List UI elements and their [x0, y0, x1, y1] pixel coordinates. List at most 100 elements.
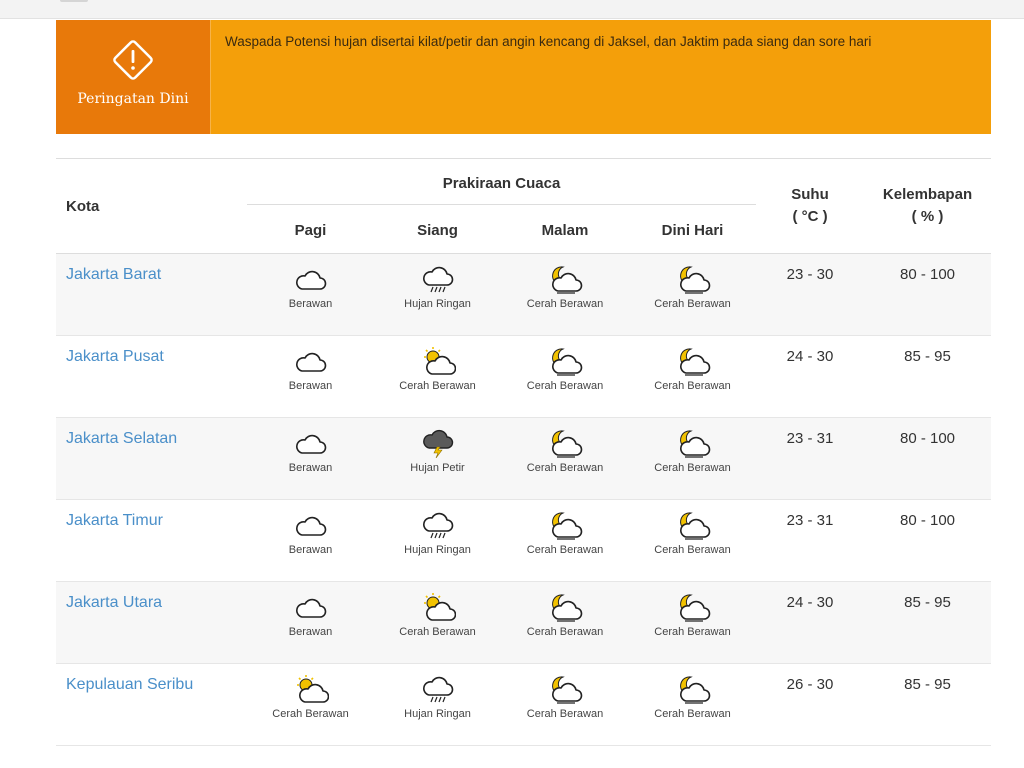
forecast-label: Cerah Berawan [526, 380, 604, 392]
temperature-value: 24 - 30 [786, 348, 834, 365]
cloudy-icon [248, 428, 373, 458]
forecast-label: Berawan [288, 462, 333, 474]
early-warning-label: Peringatan Dini [77, 91, 189, 107]
cloudy-icon [248, 510, 373, 540]
header-humidity-label: Kelembapan [882, 186, 973, 203]
partly-cloudy-day-icon [248, 674, 373, 704]
temperature-value: 23 - 31 [786, 512, 834, 529]
forecast-label: Berawan [288, 626, 333, 638]
partly-cloudy-night-icon [502, 428, 628, 458]
humidity-value: 85 - 95 [904, 348, 951, 365]
humidity-value: 80 - 100 [899, 430, 956, 447]
header-period-malam: Malam [541, 221, 589, 239]
cloudy-icon [248, 592, 373, 622]
partly-cloudy-day-icon [375, 346, 500, 376]
temperature-value: 24 - 30 [786, 594, 834, 611]
forecast-table-wrapper: Kota Prakiraan Cuaca Suhu ( °C ) Kelemba… [56, 158, 992, 746]
forecast-label: Hujan Ringan [404, 544, 471, 556]
header-period-pagi: Pagi [294, 221, 327, 239]
early-warning-text: Waspada Potensi hujan disertai kilat/pet… [225, 34, 872, 49]
partly-cloudy-night-icon [630, 428, 755, 458]
humidity-value: 85 - 95 [904, 594, 951, 611]
partly-cloudy-night-icon [630, 346, 755, 376]
forecast-label: Cerah Berawan [526, 298, 604, 310]
forecast-cell: Cerah Berawan [374, 582, 501, 664]
forecast-row: Jakarta Selatan Berawan Hujan Petir Cerah B… [56, 417, 992, 500]
forecast-cell: Cerah Berawan [374, 336, 501, 418]
forecast-cell: Berawan [247, 336, 374, 418]
forecast-cell: Cerah Berawan [501, 664, 629, 746]
header-humidity-unit: ( % ) [911, 208, 944, 225]
cloudy-icon [248, 264, 373, 294]
temperature-value: 26 - 30 [786, 676, 834, 693]
forecast-cell: Berawan [247, 254, 374, 336]
forecast-cell: Cerah Berawan [247, 664, 374, 746]
forecast-cell: Cerah Berawan [501, 582, 629, 664]
city-link[interactable]: Kepulauan Seribu [56, 664, 247, 746]
forecast-cell: Cerah Berawan [501, 500, 629, 582]
forecast-label: Hujan Ringan [404, 708, 471, 720]
forecast-label: Hujan Ringan [404, 298, 471, 310]
header-temperature-label: Suhu [791, 186, 829, 203]
header-temperature: Suhu ( °C ) [756, 158, 865, 254]
partly-cloudy-night-icon [502, 264, 628, 294]
partly-cloudy-night-icon [630, 674, 755, 704]
forecast-label: Cerah Berawan [654, 708, 731, 720]
forecast-label: Cerah Berawan [526, 462, 604, 474]
thunderstorm-icon [375, 428, 500, 458]
city-link[interactable]: Jakarta Selatan [56, 418, 247, 500]
early-warning-banner: Peringatan Dini Waspada Potensi hujan di… [56, 20, 991, 134]
forecast-cell: Cerah Berawan [629, 664, 756, 746]
forecast-cell: Berawan [247, 500, 374, 582]
humidity-value: 80 - 100 [899, 512, 956, 529]
partly-cloudy-night-icon [502, 510, 628, 540]
light-rain-icon [375, 510, 500, 540]
top-strip [0, 0, 1024, 19]
partly-cloudy-night-icon [630, 592, 755, 622]
forecast-cell: Cerah Berawan [501, 418, 629, 500]
forecast-label: Cerah Berawan [654, 626, 731, 638]
forecast-cell: Berawan [247, 582, 374, 664]
forecast-cell: Cerah Berawan [629, 336, 756, 418]
forecast-label: Cerah Berawan [272, 708, 349, 720]
city-link[interactable]: Jakarta Timur [56, 500, 247, 582]
city-link[interactable]: Jakarta Utara [56, 582, 247, 664]
forecast-label: Cerah Berawan [526, 708, 604, 720]
header-humidity: Kelembapan ( % ) [864, 158, 992, 254]
forecast-label: Cerah Berawan [399, 626, 476, 638]
forecast-cell: Cerah Berawan [501, 254, 629, 336]
forecast-cell: Cerah Berawan [629, 254, 756, 336]
partly-cloudy-night-icon [630, 264, 755, 294]
city-link[interactable]: Jakarta Barat [56, 254, 247, 336]
forecast-label: Cerah Berawan [654, 298, 731, 310]
forecast-cell: Cerah Berawan [629, 418, 756, 500]
light-rain-icon [375, 674, 500, 704]
forecast-label: Cerah Berawan [526, 626, 604, 638]
forecast-group-divider [247, 204, 756, 205]
partly-cloudy-night-icon [502, 674, 628, 704]
light-rain-icon [375, 264, 500, 294]
partly-cloudy-night-icon [502, 346, 628, 376]
humidity-value: 80 - 100 [899, 266, 956, 283]
forecast-label: Berawan [288, 380, 333, 392]
header-period-siang: Siang [417, 221, 458, 239]
header-temperature-unit: ( °C ) [792, 208, 828, 225]
header-period-dini-hari: Dini Hari [661, 221, 724, 239]
warning-diamond-icon [113, 40, 153, 80]
forecast-cell: Hujan Ringan [374, 500, 501, 582]
partly-cloudy-day-icon [375, 592, 500, 622]
forecast-table: Kota Prakiraan Cuaca Suhu ( °C ) Kelemba… [56, 158, 992, 746]
forecast-cell: Hujan Petir [374, 418, 501, 500]
forecast-label: Cerah Berawan [399, 380, 476, 392]
forecast-row: Jakarta Barat Berawan Hujan Ringan Cerah Be… [56, 253, 992, 336]
forecast-label: Cerah Berawan [654, 544, 731, 556]
forecast-label: Berawan [288, 544, 333, 556]
forecast-cell: Cerah Berawan [629, 582, 756, 664]
city-link[interactable]: Jakarta Pusat [56, 336, 247, 418]
forecast-cell: Cerah Berawan [629, 500, 756, 582]
forecast-cell: Hujan Ringan [374, 664, 501, 746]
top-strip-mark [60, 0, 88, 2]
header-city: Kota [56, 158, 247, 254]
cloudy-icon [248, 346, 373, 376]
forecast-table-body: Jakarta Barat Berawan Hujan Ringan Cerah Be… [56, 253, 992, 746]
